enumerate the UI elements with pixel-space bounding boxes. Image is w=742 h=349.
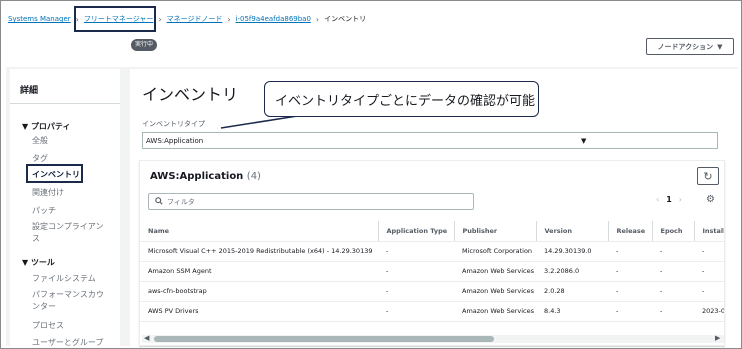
cell-release: - <box>608 241 652 262</box>
cell-installed: 2023-0 <box>694 301 724 322</box>
column-header-application-type[interactable]: Application Type <box>377 221 454 242</box>
sidebar-item-performance-counters[interactable]: パフォーマンスカウンター <box>32 289 104 313</box>
table-header-row: Name Application Type Publisher Version … <box>140 221 724 242</box>
chevron-right-icon: › <box>315 14 320 24</box>
cell-version: 8.4.3 <box>536 301 608 322</box>
chevron-right-icon: › <box>227 14 231 24</box>
inventory-table-panel: AWS:Application (4) ↻ フィルタ ‹ 1 › ⚙ Name … <box>139 160 725 346</box>
cell-name: Amazon SSM Agent <box>140 261 378 282</box>
cell-application-type: - <box>378 241 454 262</box>
cell-installed: - <box>694 261 724 282</box>
cell-epoch: - <box>652 301 694 322</box>
cell-release: - <box>608 281 652 302</box>
filter-placeholder: フィルタ <box>167 197 195 206</box>
panel-count: (4) <box>246 171 261 182</box>
cell-application-type: - <box>378 301 454 322</box>
breadcrumb: Systems Manager › フリートマネージャー › マネージドノード … <box>8 13 366 25</box>
cell-installed: - <box>694 241 724 262</box>
cell-publisher: Amazon Web Services <box>454 281 536 302</box>
breadcrumb-current: インベントリ <box>324 15 367 23</box>
cell-publisher: Amazon Web Services <box>454 301 536 322</box>
status-badge: 実行中 <box>131 39 158 51</box>
node-action-label: ノードアクション <box>657 42 714 51</box>
sidebar-item-file-system[interactable]: ファイルシステム <box>32 273 96 285</box>
horizontal-scrollbar[interactable]: ◀ ▶ <box>142 334 724 343</box>
column-header-installed[interactable]: Installe <box>693 221 724 242</box>
caret-right-icon[interactable]: ▶ <box>715 334 720 342</box>
cell-version: 3.2.2086.0 <box>536 261 608 282</box>
sidebar-item-general[interactable]: 全般 <box>32 135 48 147</box>
cell-epoch: - <box>652 281 694 302</box>
refresh-icon: ↻ <box>703 169 713 183</box>
inventory-type-value: AWS:Application <box>146 136 204 145</box>
callout-text: イベントリタイプごとにデータの確認が可能 <box>275 93 536 109</box>
cell-name: Microsoft Visual C++ 2015-2019 Redistrib… <box>140 241 378 262</box>
gear-icon[interactable]: ⚙ <box>706 194 715 205</box>
breadcrumb-systems-manager[interactable]: Systems Manager <box>8 15 71 23</box>
sidebar-item-users-groups[interactable]: ユーザーとグループ <box>32 337 103 349</box>
filter-input[interactable]: フィルタ <box>148 193 474 210</box>
panel-title: AWS:Application (4) <box>150 171 261 182</box>
cell-release: - <box>608 301 652 322</box>
annotation-highlight-box <box>26 164 83 183</box>
cell-version: 14.29.30139.0 <box>536 241 608 262</box>
cell-epoch: - <box>652 261 694 282</box>
caret-down-icon: ▼ <box>581 137 587 145</box>
table-row: Microsoft Visual C++ 2015-2019 Redistrib… <box>140 241 724 262</box>
search-icon <box>155 196 163 207</box>
table-row: AWS PV Drivers - Amazon Web Services 8.4… <box>140 301 724 322</box>
sidebar-item-processes[interactable]: プロセス <box>32 320 64 332</box>
column-header-name[interactable]: Name <box>140 221 378 242</box>
chevron-right-icon[interactable]: › <box>679 195 682 204</box>
cell-application-type: - <box>378 261 454 282</box>
sidebar-item-associations[interactable]: 関連付け <box>32 187 64 199</box>
sidebar-title: 詳細 <box>20 86 39 96</box>
annotation-highlight-box <box>74 6 156 32</box>
page-title: インベントリ <box>142 85 239 104</box>
page-number[interactable]: 1 <box>666 195 672 204</box>
inventory-type-select[interactable]: AWS:Application ▼ <box>142 132 718 149</box>
cell-publisher: Amazon Web Services <box>454 261 536 282</box>
cell-name: AWS PV Drivers <box>140 301 378 322</box>
table-row: aws-cfn-bootstrap - Amazon Web Services … <box>140 281 724 302</box>
inventory-table: Name Application Type Publisher Version … <box>140 221 724 322</box>
table-row: Amazon SSM Agent - Amazon Web Services 3… <box>140 261 724 282</box>
pagination: ‹ 1 › <box>656 195 682 204</box>
cell-application-type: - <box>378 281 454 302</box>
sidebar-item-patches[interactable]: パッチ <box>32 205 56 217</box>
cell-release: - <box>608 261 652 282</box>
caret-left-icon[interactable]: ◀ <box>144 334 149 342</box>
sidebar-section-properties[interactable]: ▼ プロパティ <box>22 121 70 132</box>
annotation-callout: イベントリタイプごとにデータの確認が可能 <box>264 81 539 117</box>
column-header-version[interactable]: Version <box>535 221 608 242</box>
sidebar: 詳細 ▼ プロパティ 全般 タグ インベントリ 関連付け パッチ 設定コンプライ… <box>10 69 120 349</box>
cell-name: aws-cfn-bootstrap <box>140 281 378 302</box>
node-action-button[interactable]: ノードアクション ▼ <box>646 38 734 55</box>
refresh-button[interactable]: ↻ <box>697 167 719 185</box>
breadcrumb-managed-nodes[interactable]: マネージドノード <box>167 14 223 24</box>
inventory-type-label: インベントリタイプ <box>142 120 205 128</box>
column-header-publisher[interactable]: Publisher <box>453 221 536 242</box>
sidebar-item-config-compliance[interactable]: 設定コンプライアンス <box>32 221 110 245</box>
chevron-left-icon[interactable]: ‹ <box>656 195 659 204</box>
cell-version: 2.0.28 <box>536 281 608 302</box>
panel-title-text: AWS:Application <box>150 171 244 182</box>
cell-publisher: Microsoft Corporation <box>454 241 536 262</box>
column-header-release[interactable]: Release <box>607 221 652 242</box>
cell-epoch: - <box>652 241 694 262</box>
sidebar-section-tools[interactable]: ▼ ツール <box>22 257 55 268</box>
breadcrumb-instance-id[interactable]: i-05f9a4eafda869ba0 <box>236 15 311 23</box>
caret-down-icon: ▼ <box>717 42 723 51</box>
divider <box>10 103 120 104</box>
chevron-right-icon: › <box>158 14 162 24</box>
column-header-epoch[interactable]: Epoch <box>651 221 694 242</box>
scrollbar-thumb[interactable] <box>154 336 494 342</box>
cell-installed: - <box>694 281 724 302</box>
